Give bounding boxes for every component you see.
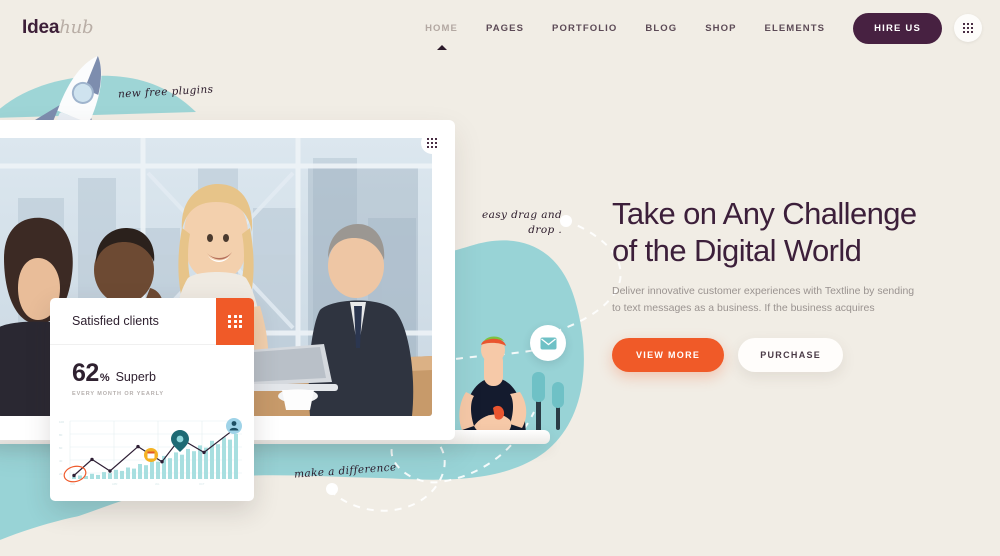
annotation-new-free-plugins: new free plugins [117,83,214,101]
dot-marker-difference [326,483,338,495]
annotation-easy-drag-drop: easy drag and drop . [482,209,563,237]
stat-caption: EVERY MONTH OR YEARLY [72,391,164,397]
svg-text:40: 40 [59,459,63,463]
logo-primary: Idea [22,17,60,38]
svg-text:80: 80 [59,433,63,437]
stat-card-title: Satisfied clients [72,314,159,328]
stat-unit: % [99,372,110,384]
svg-text:60: 60 [59,446,63,450]
stat-card-badge-button[interactable] [216,298,254,345]
chart-y-ticks: 100 80 60 40 20 [59,420,64,476]
nav-item-portfolio[interactable]: PORTFOLIO [538,15,631,42]
hero-title-line-1: Take on Any Challenge [612,196,917,231]
logo[interactable]: Ideahub [22,17,94,39]
grid-icon [427,138,437,148]
nav-item-blog[interactable]: BLOG [631,15,691,42]
satisfied-clients-card: Satisfied clients 62 % Superb EVERY MONT… [50,298,254,501]
calendar-badge [144,448,158,462]
mail-badge [530,325,566,361]
purchase-button[interactable]: PURCHASE [738,337,844,372]
stat-value-row: 62 % Superb [72,359,254,388]
location-pin-badge [171,430,189,452]
view-more-button[interactable]: VIEW MORE [612,337,725,372]
annotation-make-a-difference: make a difference [293,461,397,481]
nav-item-home[interactable]: HOME [411,15,472,50]
stat-value: 62 [72,359,99,387]
nav-item-shop[interactable]: SHOP [691,15,750,42]
hero-title-line-2: of the Digital World [612,232,862,268]
nav-label-home: HOME [425,22,458,34]
nav-item-elements[interactable]: ELEMENTS [751,15,840,42]
clients-chart: 100 80 60 40 20 JAN APR JUL OCT [56,413,246,491]
stat-qualifier: Superb [115,370,156,384]
cream-wave-shape [0,507,1000,556]
user-badge [226,418,242,434]
svg-text:100: 100 [59,420,64,424]
hero-actions: VIEW MORE PURCHASE [612,337,962,372]
stat-card-header: Satisfied clients [50,298,254,345]
grid-icon [963,23,973,33]
clients-chart-svg: 100 80 60 40 20 JAN APR JUL OCT [59,418,242,486]
hero-content: Take on Any Challenge of the Digital Wor… [612,196,962,372]
stat-card-body: 62 % Superb EVERY MONTH OR YEARLY [50,345,254,407]
hire-us-button[interactable]: HIRE US [853,12,942,44]
logo-secondary: hub [59,17,94,38]
photo-grid-button[interactable] [421,132,443,154]
chart-x-ticks: JAN APR JUL OCT [70,482,205,486]
grid-icon [228,314,242,329]
svg-text:OCT: OCT [199,482,205,486]
main-navigation: HOME PAGES PORTFOLIO BLOG SHOP ELEMENTS … [411,12,982,50]
site-header: Ideahub HOME PAGES PORTFOLIO BLOG SHOP E… [0,0,1000,56]
svg-text:APR: APR [112,482,117,486]
svg-text:20: 20 [59,472,63,476]
nav-item-pages[interactable]: PAGES [472,15,538,42]
svg-text:JAN: JAN [70,482,75,486]
hero-subtitle: Deliver innovative customer experiences … [612,285,915,315]
svg-text:JUL: JUL [155,482,160,486]
page-title: Take on Any Challenge of the Digital Wor… [612,196,962,269]
mail-icon [540,337,556,349]
hero-page: Ideahub HOME PAGES PORTFOLIO BLOG SHOP E… [0,0,1000,556]
grid-menu-button[interactable] [954,14,982,42]
active-caret-icon [436,44,447,50]
